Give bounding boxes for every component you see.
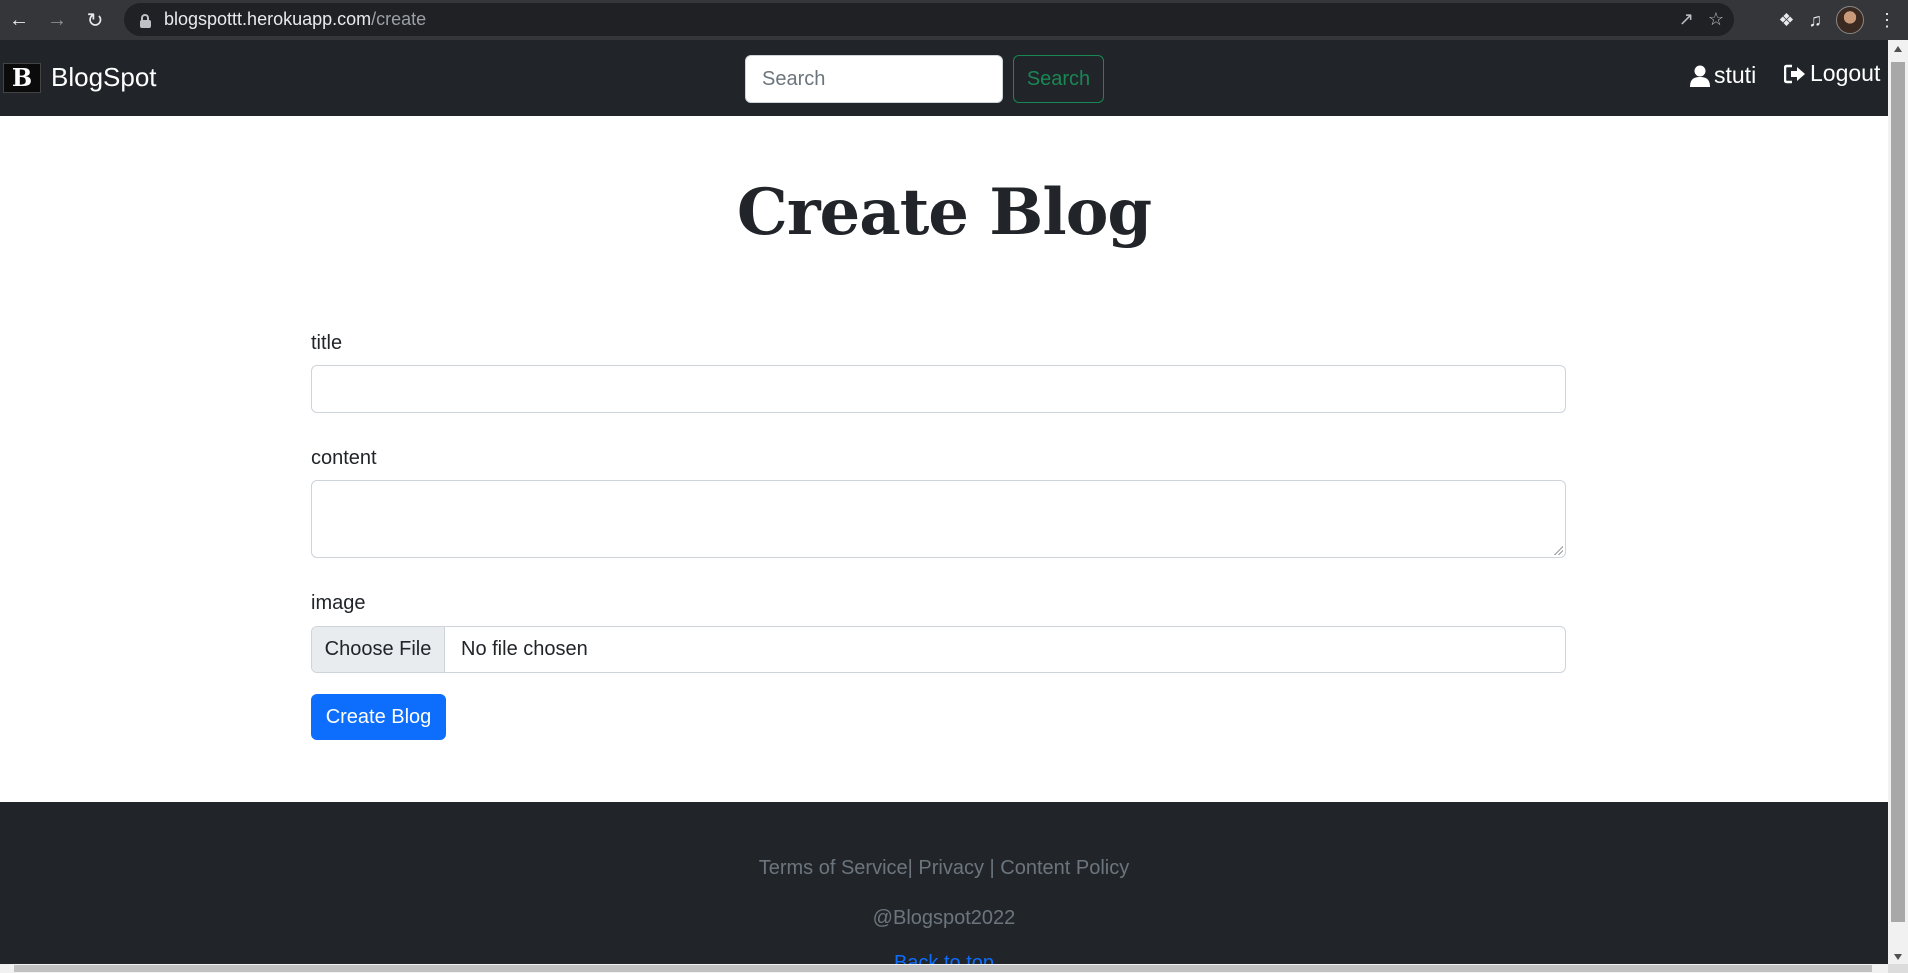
- title-input[interactable]: [311, 365, 1566, 413]
- horizontal-scroll-thumb[interactable]: [14, 965, 1872, 972]
- vertical-scrollbar[interactable]: [1888, 40, 1908, 964]
- logout-label: Logout: [1810, 60, 1881, 86]
- horizontal-scrollbar[interactable]: [0, 964, 1888, 973]
- footer-copyright: @Blogspot2022: [872, 907, 1016, 929]
- site-footer: Terms of Service| Privacy | Content Poli…: [0, 802, 1888, 973]
- address-bar[interactable]: blogspottt.herokuapp.com/create ↗ ☆: [124, 3, 1734, 36]
- username-label: stuti: [1714, 62, 1757, 88]
- page-title: Create Blog: [736, 175, 1152, 250]
- footer-links[interactable]: Terms of Service| Privacy | Content Poli…: [0, 857, 1888, 880]
- url-host: blogspottt.herokuapp.com: [164, 9, 372, 29]
- user-icon: [1690, 65, 1710, 87]
- forward-icon[interactable]: →: [38, 1, 76, 39]
- browser-menu-icon[interactable]: ⋮: [1878, 10, 1896, 31]
- back-icon[interactable]: ←: [0, 1, 38, 39]
- search-button[interactable]: Search: [1013, 55, 1104, 103]
- image-file-input[interactable]: Choose File No file chosen: [311, 626, 1566, 673]
- url-path: /create: [371, 9, 427, 29]
- user-profile-link[interactable]: stuti: [1690, 62, 1756, 89]
- scroll-up-icon[interactable]: [1894, 46, 1902, 52]
- logout-link[interactable]: Logout: [1784, 60, 1880, 87]
- logout-icon: [1784, 64, 1805, 83]
- resize-handle-icon[interactable]: [1553, 545, 1563, 555]
- reload-icon[interactable]: ↻: [76, 1, 114, 39]
- create-blog-button[interactable]: Create Blog: [311, 694, 446, 740]
- title-label: title: [311, 332, 343, 354]
- image-label: image: [311, 592, 366, 614]
- media-queue-icon[interactable]: ♫: [1809, 10, 1823, 31]
- site-navbar: B BlogSpot Search stuti Logout: [0, 40, 1888, 116]
- scrollbar-corner: [1888, 964, 1908, 973]
- search-input[interactable]: [745, 55, 1003, 103]
- browser-toolbar: ← → ↻ blogspottt.herokuapp.com/create ↗ …: [0, 0, 1908, 40]
- brand-link[interactable]: B BlogSpot: [3, 62, 157, 93]
- file-status-text: No file chosen: [461, 638, 588, 660]
- vertical-scroll-thumb[interactable]: [1891, 62, 1905, 922]
- brand-name: BlogSpot: [51, 62, 157, 92]
- bookmark-star-icon[interactable]: ☆: [1708, 9, 1724, 30]
- extensions-puzzle-icon[interactable]: ❖: [1778, 10, 1794, 31]
- content-textarea[interactable]: [311, 480, 1566, 558]
- share-icon[interactable]: ↗: [1679, 9, 1694, 30]
- profile-avatar[interactable]: [1836, 6, 1864, 34]
- content-label: content: [311, 447, 377, 469]
- scroll-down-icon[interactable]: [1894, 954, 1902, 960]
- brand-logo-icon: B: [3, 62, 41, 93]
- lock-icon[interactable]: [138, 12, 152, 28]
- choose-file-button[interactable]: Choose File: [312, 627, 445, 672]
